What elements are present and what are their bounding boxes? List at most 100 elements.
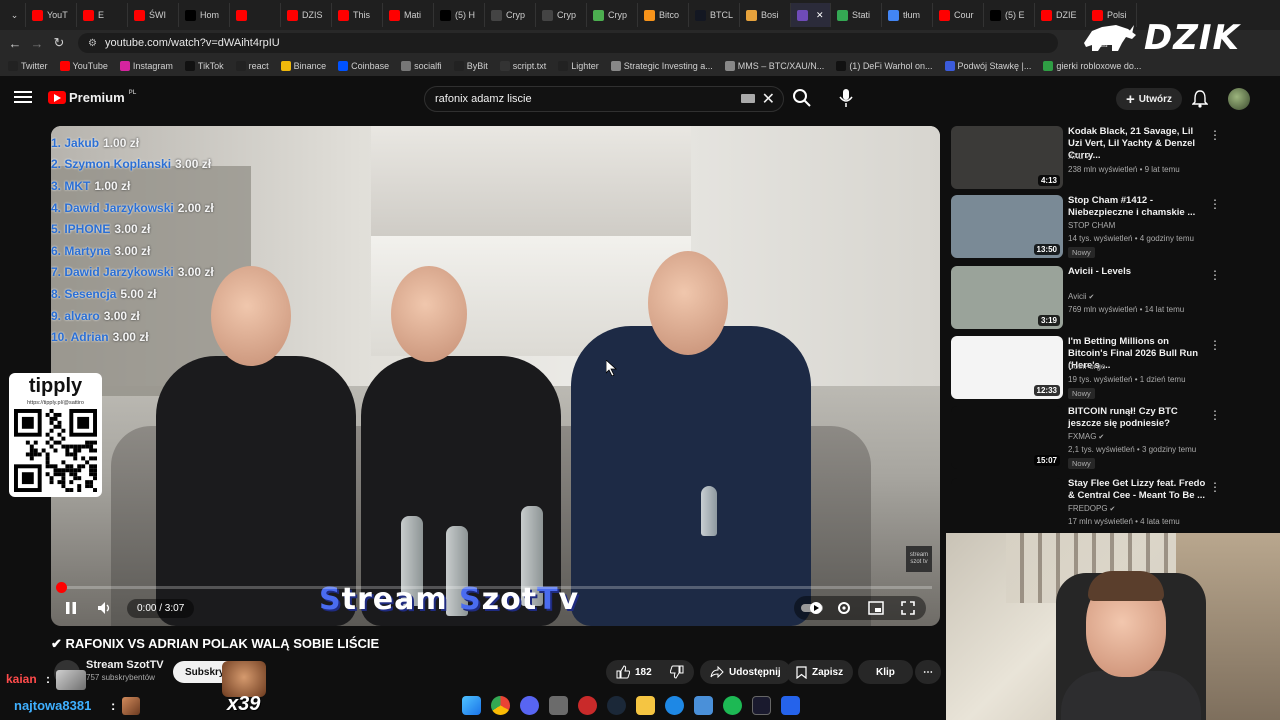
clear-search-icon[interactable]: ✕ [762, 89, 775, 109]
forward-icon[interactable]: → [26, 32, 48, 54]
steam-taskbar-icon[interactable] [607, 695, 626, 715]
app-taskbar-icon[interactable] [549, 695, 568, 715]
recommendation-item[interactable]: 13:50 Stop Cham #1412 - Niebezpieczne i c… [951, 195, 1271, 259]
bookmark-item[interactable]: react [235, 61, 269, 71]
more-vertical-icon[interactable]: ⋮ [1209, 128, 1221, 142]
settings-button[interactable] [832, 596, 856, 620]
tab-list-button[interactable]: ⌄ [4, 3, 26, 27]
browser-tab[interactable]: (5) E [984, 3, 1035, 27]
channel-name[interactable]: Stream SzotTV [86, 659, 164, 671]
more-vertical-icon[interactable]: ⋮ [1209, 338, 1221, 352]
browser-tab[interactable] [230, 3, 281, 27]
recommendation-title[interactable]: BITCOIN runął! Czy BTC jeszcze się podni… [1068, 406, 1208, 430]
recommendation-title[interactable]: Avicii - Levels [1068, 266, 1208, 278]
more-vertical-icon[interactable]: ⋮ [1209, 480, 1221, 494]
voice-search-button[interactable] [836, 86, 858, 112]
browser-tab[interactable]: Hom [179, 3, 230, 27]
recommendation-channel[interactable]: FXMAG ✔ [1068, 432, 1104, 441]
fullscreen-button[interactable] [896, 596, 920, 620]
dislike-button[interactable] [662, 660, 694, 684]
bookmark-item[interactable]: script.txt [499, 61, 546, 71]
recommendation-item[interactable]: 3:19 Avicii - Levels Avicii ✔ 769 mln wyświ… [951, 266, 1271, 330]
browser-tab[interactable]: tłum [882, 3, 933, 27]
recommendation-item[interactable]: 12:33 I'm Betting Millions on Bitcoin's F… [951, 336, 1271, 400]
progress-bar[interactable] [56, 582, 932, 593]
browser-tab[interactable]: This [332, 3, 383, 27]
channel-watermark[interactable]: stream szot tv [906, 546, 932, 572]
volume-button[interactable] [93, 596, 117, 620]
bookmark-item[interactable]: Strategic Investing a... [610, 61, 713, 71]
share-button[interactable]: Udostępnij [700, 660, 791, 684]
bookmark-item[interactable]: Instagram [119, 61, 173, 71]
recommendation-title[interactable]: Stay Flee Get Lizzy feat. Fredo & Centra… [1068, 478, 1208, 502]
address-bar[interactable]: ⚙ youtube.com/watch?v=dWAiht4rpIU [78, 33, 1058, 53]
browser-tab[interactable]: ŚWI [128, 3, 179, 27]
clip-button[interactable]: Klip [858, 660, 913, 684]
folder-taskbar-icon[interactable] [636, 695, 655, 715]
browser-tab[interactable]: E [77, 3, 128, 27]
channel-info[interactable]: Stream SzotTV 757 subskrybentów [86, 659, 164, 682]
browser-tab[interactable]: YouT [26, 3, 77, 27]
browser-tab[interactable]: Stati [831, 3, 882, 27]
youtube-logo[interactable]: Premium PL [48, 90, 136, 105]
discord-taskbar-icon[interactable] [520, 695, 539, 715]
more-vertical-icon[interactable]: ⋮ [1209, 197, 1221, 211]
search-button[interactable] [790, 86, 816, 112]
recommendation-thumbnail[interactable]: 13:50 [951, 195, 1063, 258]
notifications-button[interactable] [1191, 90, 1209, 113]
recommendation-channel[interactable]: CoinForge [1068, 362, 1105, 371]
pause-button[interactable] [59, 596, 83, 620]
browser-tab[interactable]: Bosi [740, 3, 791, 27]
app-taskbar-icon[interactable] [578, 695, 597, 715]
recommendation-thumbnail[interactable]: 4:13 [951, 126, 1063, 189]
create-button[interactable]: + Utwórz [1116, 88, 1182, 110]
chrome-taskbar-icon[interactable] [491, 695, 510, 715]
more-vertical-icon[interactable]: ⋮ [1209, 408, 1221, 422]
browser-tab[interactable]: Cryp [587, 3, 638, 27]
browser-tab[interactable]: Cryp [536, 3, 587, 27]
app-taskbar-icon[interactable] [781, 695, 800, 715]
site-info-icon[interactable]: ⚙ [88, 38, 97, 49]
like-button[interactable]: 182 [606, 660, 662, 684]
browser-tab[interactable]: (5) H [434, 3, 485, 27]
app-taskbar-icon[interactable] [694, 695, 713, 715]
recommendation-thumbnail[interactable]: 15:07 [951, 406, 1063, 469]
recommendation-thumbnail[interactable]: 12:33 [951, 336, 1063, 399]
account-avatar[interactable] [1228, 88, 1250, 110]
close-tab-icon[interactable]: ✕ [816, 10, 824, 21]
bookmark-item[interactable]: Coinbase [338, 61, 389, 71]
recommendation-thumbnail[interactable] [951, 478, 1063, 541]
app-taskbar-icon[interactable] [752, 695, 771, 715]
browser-tab[interactable]: Cour [933, 3, 984, 27]
bookmark-item[interactable]: Lighter [558, 61, 599, 71]
bookmark-item[interactable]: YouTube [59, 61, 108, 71]
save-button[interactable]: Zapisz [786, 660, 854, 684]
bookmark-item[interactable]: TikTok [184, 61, 224, 71]
bookmark-item[interactable]: MMS – BTC/XAU/N... [724, 61, 824, 71]
browser-tab[interactable]: BTCL [689, 3, 740, 27]
recommendation-item[interactable]: 4:13 Kodak Black, 21 Savage, Lil Uzi Vert… [951, 126, 1271, 190]
bookmark-item[interactable]: ByBit [453, 61, 488, 71]
bookmark-item[interactable]: (1) DeFi Warhol on... [836, 61, 933, 71]
bookmark-item[interactable]: gierki robloxowe do... [1043, 61, 1141, 71]
bookmark-item[interactable]: socialfi [401, 61, 442, 71]
windows-start-icon[interactable] [462, 695, 481, 715]
recommendation-item[interactable]: 15:07 BITCOIN runął! Czy BTC jeszcze się … [951, 406, 1271, 470]
recommendation-title[interactable]: Stop Cham #1412 - Niebezpieczne i chamsk… [1068, 195, 1208, 219]
recommendation-channel[interactable]: XXL ✔ [1068, 152, 1091, 161]
recommendation-thumbnail[interactable]: 3:19 [951, 266, 1063, 329]
recommendation-channel[interactable]: Avicii ✔ [1068, 292, 1094, 301]
bookmark-item[interactable]: Twitter [8, 61, 48, 71]
browser-tab[interactable]: DZIE [1035, 3, 1086, 27]
menu-icon[interactable] [14, 90, 32, 109]
bookmark-item[interactable]: Binance [280, 61, 326, 71]
more-vertical-icon[interactable]: ⋮ [1209, 268, 1221, 282]
bookmark-item[interactable]: Podwój Stawkę |... [944, 61, 1031, 71]
spotify-taskbar-icon[interactable] [723, 695, 742, 715]
app-taskbar-icon[interactable] [665, 695, 684, 715]
keyboard-icon[interactable] [741, 94, 755, 103]
miniplayer-button[interactable] [864, 596, 888, 620]
browser-tab[interactable]: Mati [383, 3, 434, 27]
video-player[interactable]: 1. Jakub 1.00 zł 2. Szymon Koplanski 3.00 z… [51, 126, 940, 626]
reload-icon[interactable]: ↻ [48, 32, 70, 54]
